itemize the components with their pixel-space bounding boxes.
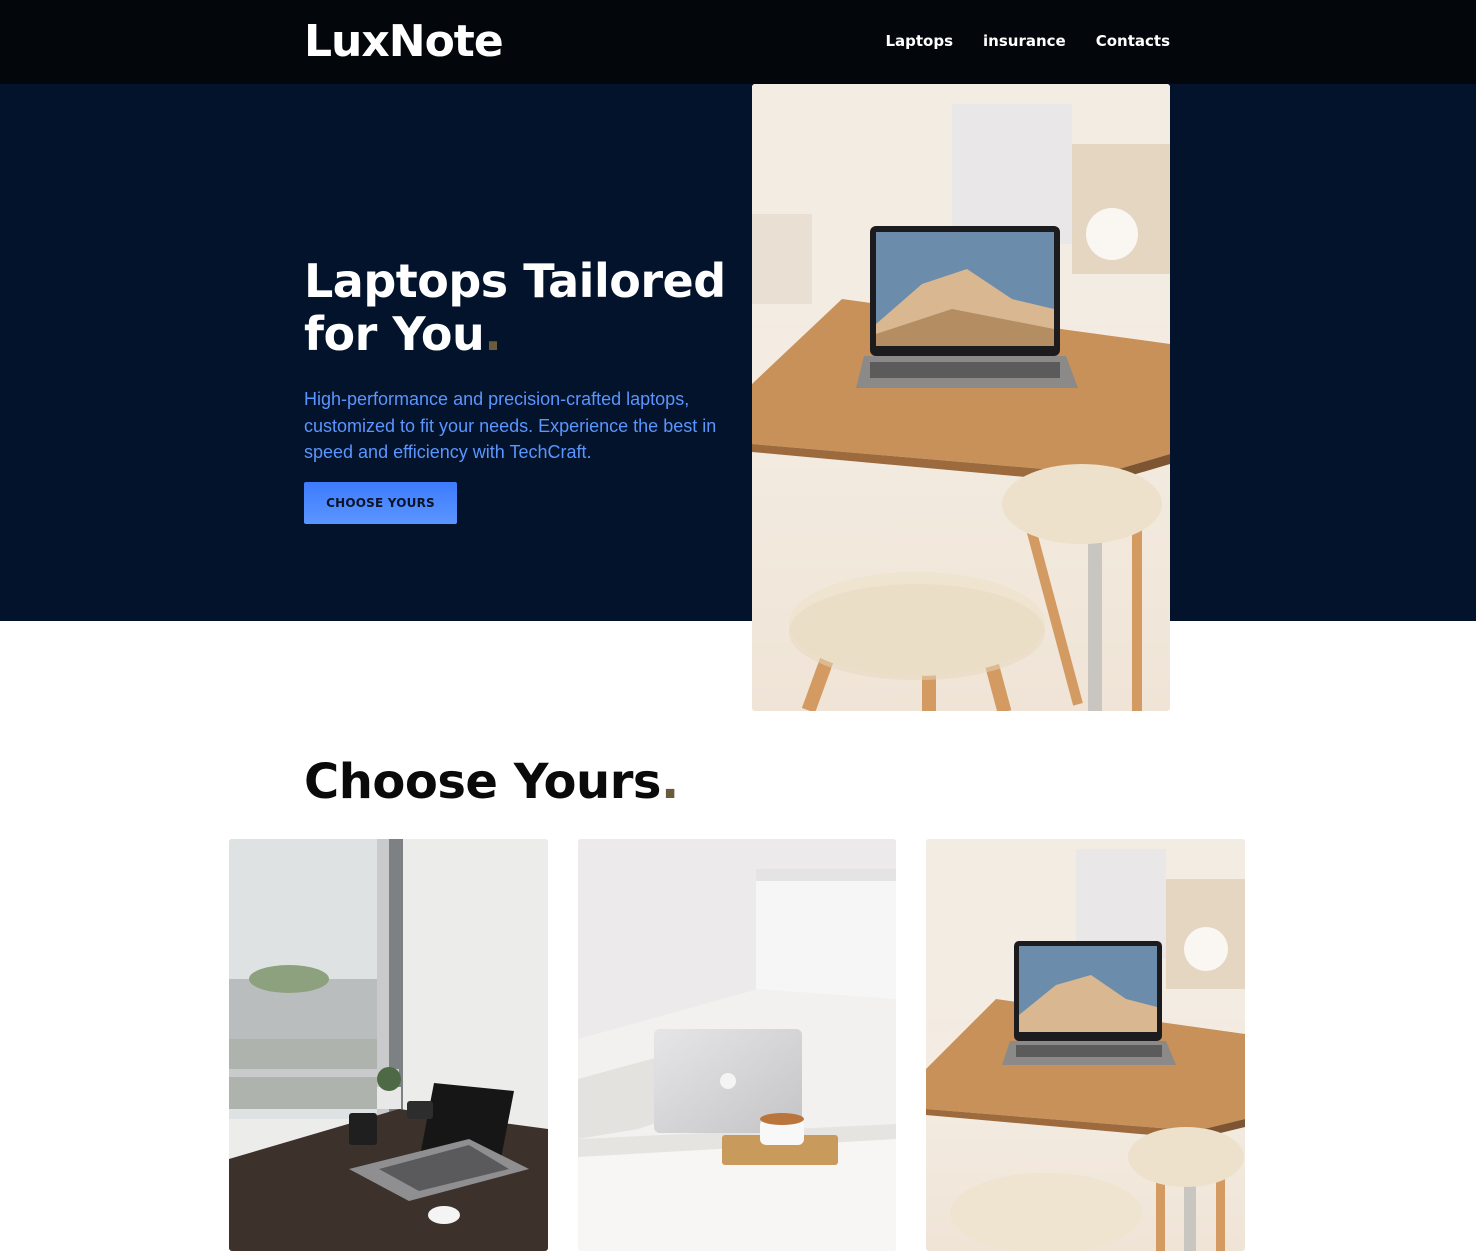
nav-link-contacts[interactable]: Contacts	[1096, 31, 1170, 51]
hero-photo-illustration	[752, 84, 1170, 711]
card-photo-desk	[229, 839, 548, 1251]
laptop-card-desk[interactable]	[229, 839, 548, 1251]
choose-yours-button[interactable]: CHOOSE YOURS	[304, 482, 457, 524]
logo[interactable]: LuxNote	[304, 14, 504, 70]
navbar: LuxNote Laptops insurance Contacts	[0, 0, 1476, 84]
nav-links: Laptops insurance Contacts	[885, 31, 1170, 51]
choose-title-dot: .	[660, 754, 679, 810]
hero-title-dot: .	[484, 307, 502, 361]
hero-image	[752, 84, 1170, 711]
nav-link-insurance[interactable]: insurance	[983, 31, 1066, 51]
choose-title-text: Choose Yours	[304, 754, 661, 810]
hero-section	[0, 84, 1476, 621]
choose-section-title: Choose Yours.	[304, 752, 679, 812]
laptop-card-bed[interactable]	[578, 839, 896, 1251]
hero-description: High-performance and precision-crafted l…	[304, 389, 717, 462]
laptop-card-table[interactable]	[926, 839, 1245, 1251]
hero-title-text: Laptops Tailored for You	[304, 254, 726, 361]
hero-title: Laptops Tailored for You.	[304, 255, 734, 361]
nav-link-laptops[interactable]: Laptops	[885, 31, 953, 51]
card-photo-bed	[578, 839, 896, 1251]
card-photo-table	[926, 839, 1245, 1251]
